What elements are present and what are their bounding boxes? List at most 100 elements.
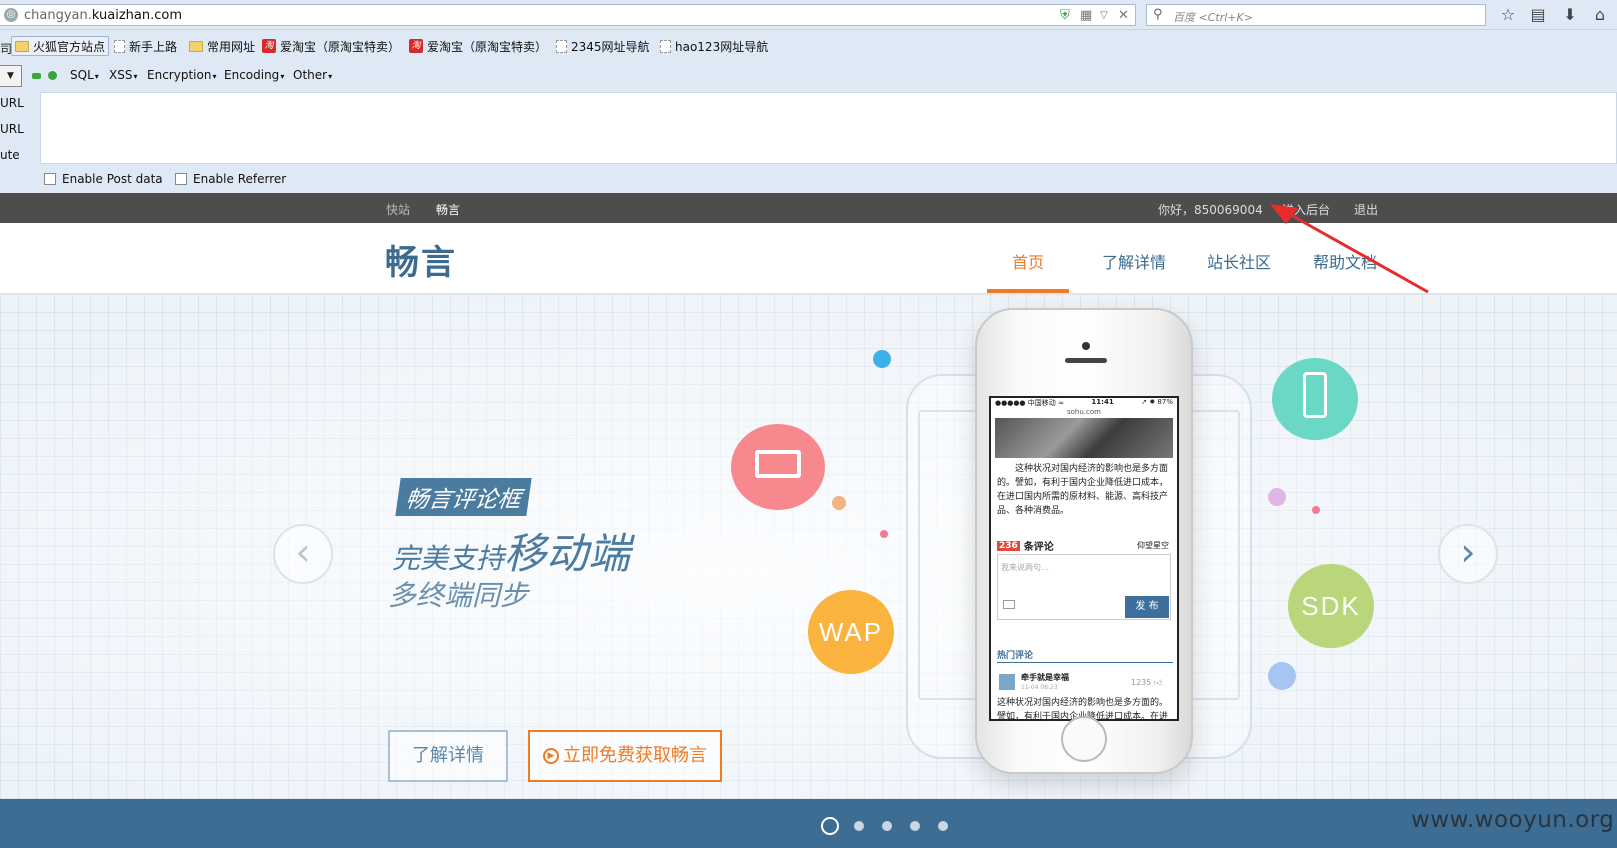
split-url-label[interactable]: URL bbox=[0, 122, 24, 136]
enable-post-checkbox[interactable]: Enable Post data bbox=[44, 172, 163, 186]
hero-background bbox=[0, 294, 1617, 799]
download-icon[interactable]: ⬇ bbox=[1558, 4, 1582, 26]
page-icon bbox=[556, 39, 567, 53]
admin-link[interactable]: 进入后台 bbox=[1282, 201, 1330, 218]
taobao-icon: 淘 bbox=[262, 39, 276, 53]
article-text: 这种状况对国内经济的影响也是多方面的。譬如，有利于国内企业降低进口成本，在进口国… bbox=[997, 464, 1169, 516]
nav-details[interactable]: 了解详情 bbox=[1102, 249, 1166, 273]
nav-active-indicator bbox=[987, 289, 1069, 293]
star-icon[interactable]: ☆ bbox=[1496, 4, 1520, 26]
comment-count-number: 236 bbox=[997, 540, 1020, 551]
likes-count: 1235 bbox=[1131, 678, 1152, 687]
hot-comment-likes: 1235 👍︎ bbox=[1131, 678, 1162, 688]
url-bar[interactable]: ◎ changyan.kuaizhan.com ⛨ ▦ ▽ ✕ bbox=[0, 4, 1136, 26]
hero-tag: 畅言评论框 bbox=[395, 478, 532, 516]
hot-comment-date: 11-04 08:23 bbox=[1021, 684, 1058, 691]
bookmark-label: 2345网址导航 bbox=[571, 39, 650, 54]
hero-headline: 完美支持移动端 bbox=[392, 520, 630, 581]
execute-label[interactable]: ute bbox=[0, 148, 20, 162]
play-circle-icon: ▶ bbox=[543, 748, 559, 764]
slide-dot[interactable] bbox=[910, 821, 920, 831]
link-kuaizhan[interactable]: 快站 bbox=[386, 201, 410, 218]
url-text[interactable]: changyan.kuaizhan.com bbox=[24, 8, 182, 23]
comment-count: 236 条评论 bbox=[997, 538, 1054, 553]
time-text: 11:41 bbox=[1091, 398, 1114, 406]
site-logo[interactable]: 畅言 bbox=[385, 235, 457, 284]
hackbar-menu-encryption[interactable]: Encryption bbox=[147, 68, 216, 82]
next-slide-button[interactable]: › bbox=[1438, 524, 1498, 584]
camera-icon bbox=[1082, 342, 1090, 350]
carrier-text: ●●●●● 中国移动 ≈ bbox=[995, 399, 1064, 407]
bookmark-label: hao123网址导航 bbox=[675, 39, 769, 54]
nav-help[interactable]: 帮助文档 bbox=[1313, 249, 1377, 273]
bookmarks-toolbar: 司 火狐官方站点 新手上路 常用网址 淘爱淘宝（原淘宝特卖） 淘爱淘宝（原淘宝特… bbox=[0, 30, 1617, 60]
folder-icon bbox=[15, 40, 29, 52]
decor-dot bbox=[1268, 662, 1296, 690]
close-icon[interactable]: ✕ bbox=[1118, 8, 1129, 23]
prev-slide-button[interactable]: ‹ bbox=[273, 524, 333, 584]
bookmark-aitaobao-2[interactable]: 淘爱淘宝（原淘宝特卖） bbox=[406, 36, 550, 56]
checkbox-label: Enable Post data bbox=[62, 172, 163, 186]
chevron-right-icon: › bbox=[1460, 530, 1476, 574]
address-toolbar: ◎ changyan.kuaizhan.com ⛨ ▦ ▽ ✕ ⚲ 百度 <Ct… bbox=[0, 0, 1617, 30]
bookmark-label: 爱淘宝（原淘宝特卖） bbox=[280, 39, 401, 54]
nav-community[interactable]: 站长社区 bbox=[1207, 249, 1271, 273]
slide-dot[interactable] bbox=[938, 821, 948, 831]
image-icon bbox=[1003, 600, 1015, 609]
comment-send-button: 发 布 bbox=[1125, 596, 1169, 618]
slide-dot-active[interactable] bbox=[821, 817, 839, 835]
page-icon bbox=[114, 39, 125, 53]
hackbar-menu-encoding[interactable]: Encoding bbox=[224, 68, 284, 82]
laptop-bubble bbox=[731, 424, 825, 510]
site-identity-icon[interactable]: ◎ bbox=[4, 8, 18, 22]
search-icon[interactable]: ⚲ bbox=[1153, 7, 1163, 22]
search-placeholder: 百度 <Ctrl+K> bbox=[1173, 11, 1253, 24]
bookmark-2345[interactable]: 2345网址导航 bbox=[553, 36, 653, 56]
link-changyan[interactable]: 畅言 bbox=[436, 201, 460, 218]
decor-dot bbox=[1268, 488, 1286, 506]
bookmark-common-sites[interactable]: 常用网址 bbox=[186, 36, 258, 56]
thumbs-up-icon: 👍︎ bbox=[1153, 678, 1163, 687]
hackbar-menu-xss[interactable]: XSS bbox=[109, 68, 137, 82]
hero-subheadline: 多终端同步 bbox=[388, 579, 529, 612]
shield-icon[interactable]: ⛨ bbox=[1060, 8, 1070, 23]
hot-comments-title: 热门评论 bbox=[997, 651, 1034, 661]
comment-count-label: 条评论 bbox=[1023, 542, 1054, 553]
comment-placeholder: 我来说两句… bbox=[1001, 563, 1049, 572]
home-icon[interactable]: ⌂ bbox=[1588, 4, 1612, 26]
watermark: www.wooyun.org bbox=[1411, 807, 1615, 833]
hackbar-panel: URL URL ute Enable Post data Enable Refe… bbox=[0, 92, 1617, 193]
bookmark-hao123[interactable]: hao123网址导航 bbox=[657, 36, 771, 56]
learn-more-button[interactable]: 了解详情 bbox=[388, 730, 508, 782]
qrcode-icon[interactable]: ▦ bbox=[1080, 8, 1092, 23]
get-free-label: 立即免费获取畅言 bbox=[563, 745, 707, 766]
slide-dot[interactable] bbox=[882, 821, 892, 831]
checkbox-icon[interactable] bbox=[175, 173, 187, 185]
load-url-label[interactable]: URL bbox=[0, 96, 24, 110]
search-bar[interactable]: ⚲ 百度 <Ctrl+K> bbox=[1146, 4, 1486, 26]
wap-bubble: WAP bbox=[808, 590, 894, 674]
url-domain: kuaizhan.com bbox=[91, 8, 183, 23]
dropdown-icon[interactable]: ▽ bbox=[1100, 10, 1108, 21]
hackbar-menu-other[interactable]: Other bbox=[293, 68, 332, 82]
bookmark-label: 常用网址 bbox=[207, 39, 256, 54]
get-free-button[interactable]: ▶ 立即免费获取畅言 bbox=[528, 730, 722, 782]
reader-list-icon[interactable]: ▤ bbox=[1526, 4, 1550, 26]
enable-referrer-checkbox[interactable]: Enable Referrer bbox=[175, 172, 286, 186]
bookmark-getting-started[interactable]: 新手上路 bbox=[111, 36, 180, 56]
hackbar-menu-sql[interactable]: SQL bbox=[70, 68, 99, 82]
decor-dot bbox=[880, 530, 888, 538]
hackbar-select[interactable]: ▼ bbox=[0, 65, 22, 87]
phone-screen: ●●●●● 中国移动 ≈ 11:41 ➚ ✹ 87% sohu.com 这种状况… bbox=[989, 396, 1179, 721]
page-icon bbox=[660, 39, 671, 53]
checkbox-label: Enable Referrer bbox=[193, 172, 287, 186]
checkbox-icon[interactable] bbox=[44, 173, 56, 185]
nav-home[interactable]: 首页 bbox=[1012, 249, 1044, 273]
hackbar-url-textarea[interactable] bbox=[40, 92, 1617, 164]
minus-icon[interactable] bbox=[32, 73, 41, 79]
bookmark-firefox-official[interactable]: 火狐官方站点 bbox=[11, 36, 110, 56]
logout-link[interactable]: 退出 bbox=[1354, 201, 1378, 218]
plus-icon[interactable] bbox=[48, 71, 57, 80]
slide-dot[interactable] bbox=[854, 821, 864, 831]
bookmark-aitaobao-1[interactable]: 淘爱淘宝（原淘宝特卖） bbox=[259, 36, 403, 56]
